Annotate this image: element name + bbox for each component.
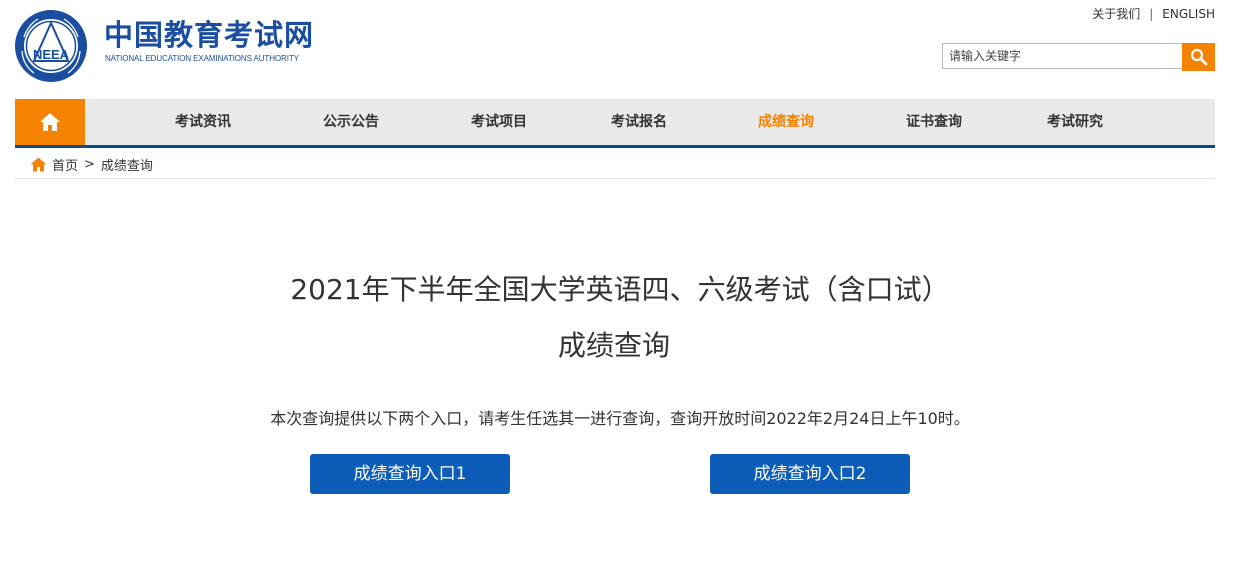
- nav-item-exam-research[interactable]: 考试研究: [1047, 99, 1103, 145]
- page-subtitle: 成绩查询: [557, 329, 670, 362]
- nav-item-score-query[interactable]: 成绩查询: [758, 99, 814, 145]
- breadcrumb-current: 成绩查询: [100, 159, 153, 174]
- home-icon: [39, 112, 61, 132]
- nav-item-exam-projects[interactable]: 考试项目: [471, 99, 527, 145]
- nav-item-certificate-query[interactable]: 证书查询: [906, 99, 962, 145]
- main-nav: 考试资讯 公示公告 考试项目 考试报名 成绩查询 证书查询 考试研究: [15, 99, 1215, 148]
- breadcrumb-home-icon: [30, 157, 47, 172]
- search-input[interactable]: [942, 43, 1182, 69]
- search-icon: [1190, 48, 1208, 66]
- search-box: [942, 43, 1215, 71]
- about-us-link[interactable]: 关于我们: [1092, 7, 1140, 21]
- score-query-entry-2-button[interactable]: 成绩查询入口2: [710, 454, 910, 494]
- emblem-text: NEEA: [33, 47, 70, 62]
- site-logo-title[interactable]: 中国教育考试网: [104, 18, 314, 52]
- logo-emblem[interactable]: NEEA: [14, 9, 88, 83]
- breadcrumb: 首页 > 成绩查询: [30, 155, 153, 174]
- search-button[interactable]: [1182, 43, 1215, 71]
- breadcrumb-divider: [15, 178, 1215, 179]
- query-notice: 本次查询提供以下两个入口，请考生任选其一进行查询，查询开放时间2022年2月24…: [270, 409, 970, 428]
- site-logo-subtitle: NATIONAL EDUCATION EXAMINATIONS AUTHORIT…: [105, 54, 299, 63]
- breadcrumb-separator: >: [84, 157, 95, 172]
- english-link[interactable]: ENGLISH: [1162, 7, 1215, 21]
- top-links: 关于我们 | ENGLISH: [1092, 5, 1215, 22]
- page-title: 2021年下半年全国大学英语四、六级考试（含口试）: [290, 273, 950, 306]
- top-links-separator: |: [1149, 7, 1154, 21]
- nav-item-announcements[interactable]: 公示公告: [323, 99, 379, 145]
- nav-item-registration[interactable]: 考试报名: [611, 99, 667, 145]
- nav-home-button[interactable]: [15, 99, 85, 145]
- score-query-entry-1-button[interactable]: 成绩查询入口1: [310, 454, 510, 494]
- breadcrumb-home-link[interactable]: 首页: [52, 155, 78, 174]
- nav-item-exam-news[interactable]: 考试资讯: [175, 99, 231, 145]
